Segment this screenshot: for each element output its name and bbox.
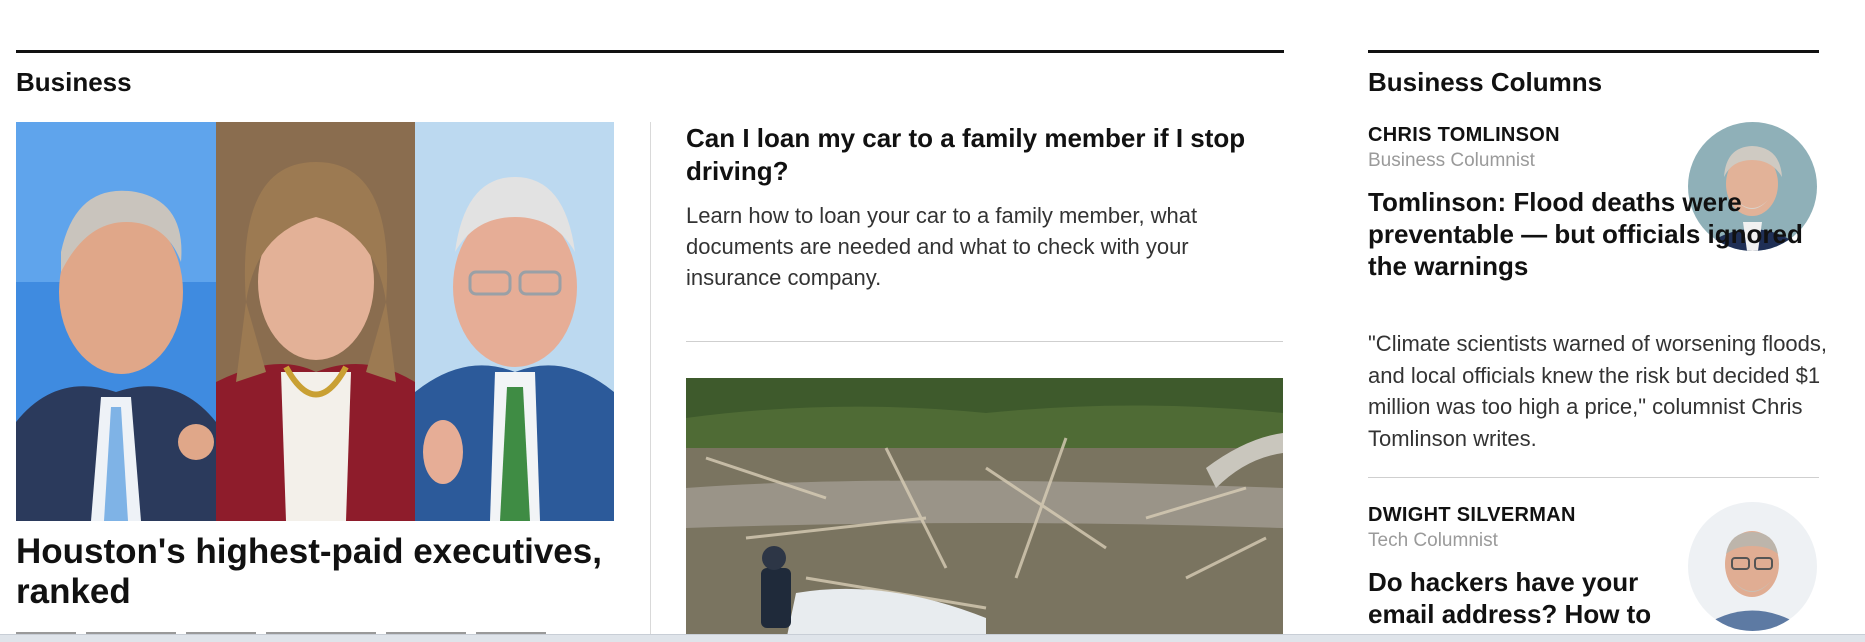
- columnist-name[interactable]: CHRIS TOMLINSON: [1368, 124, 1560, 147]
- executive-portrait-1: [16, 122, 216, 521]
- column-dek: "Climate scientists warned of worsening …: [1368, 331, 1828, 451]
- story-divider: [686, 341, 1283, 342]
- lead-story-headline[interactable]: Houston's highest-paid executives, ranke…: [16, 532, 616, 612]
- columnist-role: Tech Columnist: [1368, 530, 1498, 551]
- columns-section-rule: [1368, 50, 1819, 53]
- column-divider-line: [1368, 477, 1819, 478]
- executive-portrait-2: [216, 122, 415, 521]
- column-headline[interactable]: Tomlinson: Flood deaths were preventable…: [1368, 186, 1824, 282]
- business-section-heading[interactable]: Business: [16, 67, 132, 98]
- columns-section-heading[interactable]: Business Columns: [1368, 67, 1602, 98]
- lead-story-image[interactable]: [16, 122, 614, 521]
- second-story-image[interactable]: [686, 378, 1283, 641]
- executive-portrait-3: [415, 122, 614, 521]
- columnist-role: Business Columnist: [1368, 150, 1535, 171]
- side-story-headline[interactable]: Can I loan my car to a family member if …: [686, 122, 1286, 188]
- columnist-name[interactable]: DWIGHT SILVERMAN: [1368, 504, 1576, 527]
- side-story-dek: Learn how to loan your car to a family m…: [686, 203, 1198, 290]
- column-divider: [650, 122, 651, 641]
- business-section-rule: [16, 50, 1284, 53]
- column-headline[interactable]: Do hackers have your email address? How …: [1368, 566, 1678, 630]
- author-avatar[interactable]: [1688, 502, 1817, 631]
